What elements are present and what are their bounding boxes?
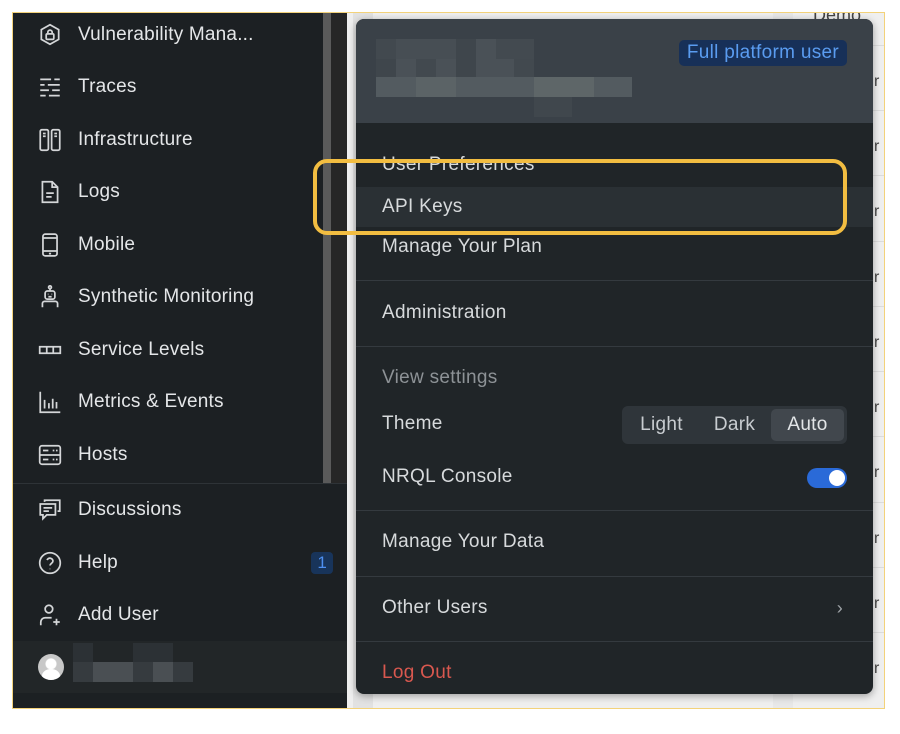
sidebar-item-discussions[interactable]: Discussions xyxy=(13,490,323,530)
sidebar-item-label: Add User xyxy=(78,604,159,625)
sidebar-nav: Vulnerability Mana... Traces Infrastruct… xyxy=(13,13,347,708)
menu-item-label: Manage Your Data xyxy=(382,531,545,552)
avatar-icon xyxy=(38,654,64,680)
sidebar-item-label: Mobile xyxy=(78,234,136,255)
traces-icon xyxy=(36,73,64,101)
menu-item-user-preferences[interactable]: User Preferences xyxy=(356,145,873,185)
menu-item-administration[interactable]: Administration xyxy=(356,293,873,333)
user-name-redacted xyxy=(73,643,213,683)
theme-option-light[interactable]: Light xyxy=(625,409,698,441)
sidebar-item-vulnerability-management[interactable]: Vulnerability Mana... xyxy=(13,15,323,55)
menu-divider xyxy=(356,641,873,642)
nav-list: Vulnerability Mana... Traces Infrastruct… xyxy=(13,13,323,483)
chat-icon xyxy=(36,496,64,524)
sidebar-item-infrastructure[interactable]: Infrastructure xyxy=(13,120,323,160)
menu-divider xyxy=(356,280,873,281)
background-cell-text: r xyxy=(874,73,880,90)
sidebar-item-traces[interactable]: Traces xyxy=(13,67,323,107)
menu-item-label: Administration xyxy=(382,302,507,323)
sidebar-item-label: Service Levels xyxy=(78,339,205,360)
menu-item-manage-plan[interactable]: Manage Your Plan xyxy=(356,227,873,267)
background-cell-text: r xyxy=(874,530,880,547)
theme-label: Theme xyxy=(382,413,443,434)
menu-item-label: Other Users xyxy=(382,597,488,618)
service-levels-icon xyxy=(36,336,64,364)
sidebar-item-label: Discussions xyxy=(78,499,182,520)
app-window: Demo rrrrrrrrrr Vulnerability Mana... Tr… xyxy=(12,12,885,709)
menu-item-other-users[interactable]: Other Users › xyxy=(356,588,873,628)
scrollbar-thumb[interactable] xyxy=(323,13,331,483)
menu-divider xyxy=(356,346,873,347)
sidebar-item-label: Traces xyxy=(78,76,137,97)
menu-item-log-out[interactable]: Log Out xyxy=(356,653,873,693)
menu-item-manage-data[interactable]: Manage Your Data xyxy=(356,522,873,562)
background-cell-text: r xyxy=(874,660,880,677)
nrql-console-row: NRQL Console xyxy=(356,457,873,497)
sidebar-item-metrics-events[interactable]: Metrics & Events xyxy=(13,382,323,422)
help-icon xyxy=(36,549,64,577)
sidebar-item-label: Hosts xyxy=(78,444,128,465)
user-account-button[interactable] xyxy=(13,641,347,693)
bar-chart-icon xyxy=(36,388,64,416)
mobile-icon xyxy=(36,231,64,259)
sidebar-item-label: Synthetic Monitoring xyxy=(78,286,255,307)
sidebar-item-mobile[interactable]: Mobile xyxy=(13,225,323,265)
background-cell-text: r xyxy=(874,269,880,286)
sidebar-item-service-levels[interactable]: Service Levels xyxy=(13,330,323,370)
sidebar-item-help[interactable]: Help 1 xyxy=(13,543,347,583)
background-cell-text: r xyxy=(874,138,880,155)
sidebar-divider xyxy=(13,483,347,484)
robot-icon xyxy=(36,283,64,311)
role-badge: Full platform user xyxy=(678,40,847,66)
add-user-icon xyxy=(36,601,64,629)
sidebar-item-logs[interactable]: Logs xyxy=(13,172,323,212)
menu-item-label: API Keys xyxy=(382,196,463,217)
menu-item-label: Manage Your Plan xyxy=(382,236,543,257)
theme-option-dark[interactable]: Dark xyxy=(698,409,771,441)
background-cell-text: r xyxy=(874,203,880,220)
background-cell-text: r xyxy=(874,334,880,351)
theme-option-auto[interactable]: Auto xyxy=(771,409,844,441)
servers-icon xyxy=(36,126,64,154)
sidebar-item-label: Metrics & Events xyxy=(78,391,224,412)
notification-badge: 1 xyxy=(311,552,333,574)
chevron-right-icon: › xyxy=(836,597,843,618)
sidebar-item-synthetic-monitoring[interactable]: Synthetic Monitoring xyxy=(13,277,323,317)
shield-lock-icon xyxy=(36,21,64,49)
view-settings-heading: View settings xyxy=(356,358,873,398)
sidebar-bottom xyxy=(13,693,347,708)
theme-segmented-control: Light Dark Auto xyxy=(622,406,847,444)
sidebar-item-label: Infrastructure xyxy=(78,129,193,150)
menu-item-label: Log Out xyxy=(382,662,452,683)
menu-divider xyxy=(356,510,873,511)
background-cell-text: r xyxy=(874,399,880,416)
section-label: View settings xyxy=(382,367,498,388)
sidebar-item-hosts[interactable]: Hosts xyxy=(13,435,323,475)
nrql-console-toggle[interactable] xyxy=(807,468,847,488)
theme-row: Theme Light Dark Auto xyxy=(356,404,873,444)
menu-divider xyxy=(356,576,873,577)
user-menu-dropdown: Full platform user User Preferences API … xyxy=(356,19,873,694)
menu-item-api-keys[interactable]: API Keys xyxy=(356,187,873,227)
hosts-icon xyxy=(36,441,64,469)
sidebar-item-label: Vulnerability Mana... xyxy=(78,24,254,45)
document-icon xyxy=(36,178,64,206)
sidebar-item-label: Logs xyxy=(78,181,121,202)
menu-item-label: User Preferences xyxy=(382,154,535,175)
user-menu-header: Full platform user xyxy=(356,19,873,123)
background-cell-text: r xyxy=(874,464,880,481)
sidebar-item-add-user[interactable]: Add User xyxy=(13,595,323,635)
sidebar-item-label: Help xyxy=(78,552,118,573)
background-cell-text: r xyxy=(874,595,880,612)
nrql-console-label: NRQL Console xyxy=(382,466,513,487)
